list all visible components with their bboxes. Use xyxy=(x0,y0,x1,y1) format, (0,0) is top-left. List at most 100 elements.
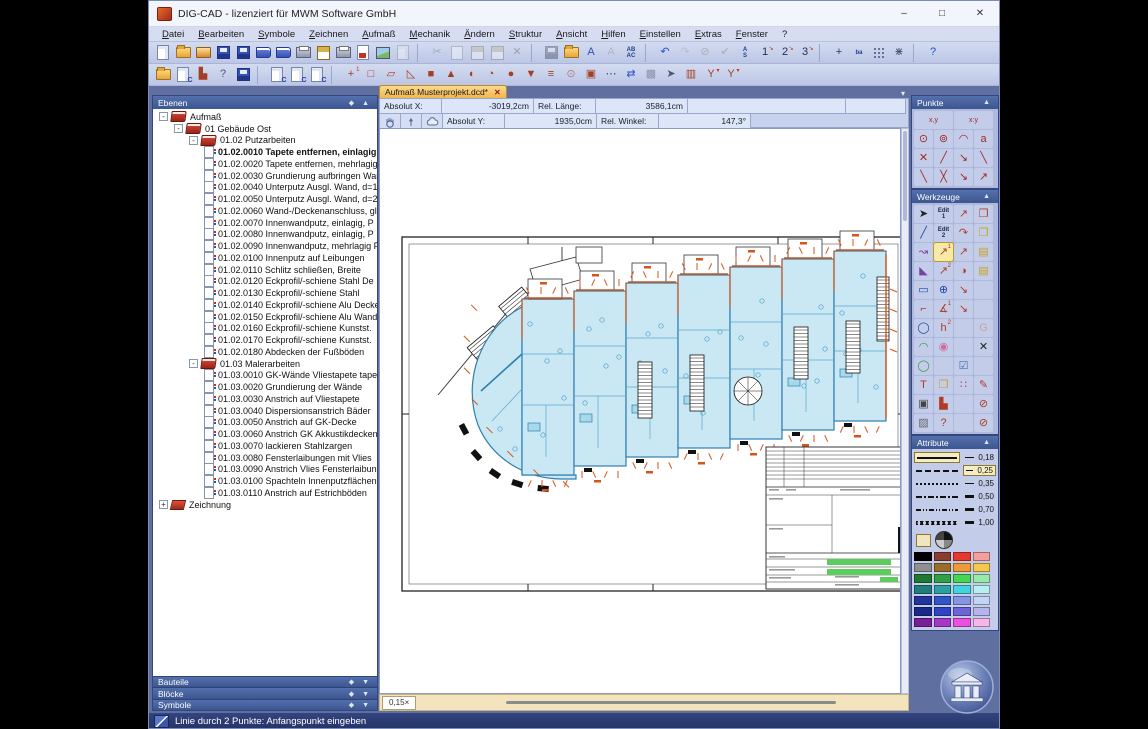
level-2-icon[interactable]: 2↘ xyxy=(776,44,795,62)
tab-overflow-icon[interactable]: ▾ xyxy=(901,89,909,98)
box-yellow-tool[interactable]: ▤ xyxy=(974,243,993,261)
list-icon[interactable]: ⋯ xyxy=(602,66,621,84)
line-style-solid[interactable] xyxy=(914,452,960,463)
line-point-icon[interactable]: ╱ xyxy=(934,149,953,167)
menu-item-einstellen[interactable]: Einstellen xyxy=(633,29,688,40)
y-ref-1-icon[interactable]: Y▾ xyxy=(702,66,721,84)
vertical-scrollbar[interactable] xyxy=(901,128,909,694)
new-file-icon[interactable] xyxy=(154,44,173,62)
camera-red-icon[interactable]: ▣ xyxy=(582,66,601,84)
color-swatch[interactable] xyxy=(934,607,952,616)
color-swatch[interactable] xyxy=(914,607,932,616)
check-points-tool[interactable]: ☑ xyxy=(954,357,973,375)
tree-item[interactable]: 01.03.0030 Anstrich auf Vliestapete xyxy=(153,393,377,405)
tree-item[interactable]: 01.02.0020 Tapete entfernen, mehrlagig xyxy=(153,158,377,170)
copy-3-icon[interactable]: C xyxy=(308,66,327,84)
copy-page-2-tool[interactable]: ❒ xyxy=(974,224,993,242)
collapse-icon[interactable]: ▲ xyxy=(983,439,993,446)
point-icon[interactable]: +1 xyxy=(342,66,361,84)
hide-1-tool[interactable]: ⊘ xyxy=(974,395,993,413)
color-points-tool[interactable]: ∷ xyxy=(954,376,973,394)
color-swatch[interactable] xyxy=(953,596,971,605)
color-swatch[interactable] xyxy=(953,552,971,561)
circle-points-icon[interactable]: ⊚ xyxy=(934,130,953,148)
circle-center-point-icon[interactable]: ⊙ xyxy=(914,130,933,148)
layers-2-icon[interactable]: ▩ xyxy=(642,66,661,84)
confirm-icon[interactable]: ✔ xyxy=(716,44,735,62)
tree-item[interactable]: 01.03.0060 Anstrich GK Akkustikdecken xyxy=(153,428,377,440)
tree-expander-icon[interactable]: - xyxy=(174,124,183,133)
color-swatch[interactable] xyxy=(934,552,952,561)
rotate-tool[interactable]: ◑ xyxy=(954,262,973,280)
pie-icon[interactable]: ◔ xyxy=(482,66,501,84)
copy-icon[interactable] xyxy=(448,44,467,62)
tree-item[interactable]: 01.02.0130 Eckprofil/-schiene Stahl xyxy=(153,287,377,299)
cut-icon[interactable]: ✂ xyxy=(428,44,447,62)
zoom-level[interactable]: 0,15× xyxy=(382,696,416,710)
tree-expander-icon[interactable]: - xyxy=(189,136,198,145)
save-small-icon[interactable] xyxy=(234,66,253,84)
tangent-point-icon[interactable]: a xyxy=(974,130,993,148)
color-swatch[interactable] xyxy=(973,563,991,572)
edit-1-tool[interactable]: Edit1 xyxy=(934,205,953,223)
horizontal-scrollbar-thumb[interactable] xyxy=(506,701,836,704)
open-folder-icon[interactable] xyxy=(154,66,173,84)
line-style-dash-dot[interactable] xyxy=(914,491,960,502)
tree-item[interactable]: 01.02.0170 Eckprofil/-schiene Kunstst. xyxy=(153,334,377,346)
edit-2-tool[interactable]: Edit2 xyxy=(934,224,953,242)
color-swatch[interactable] xyxy=(934,618,952,627)
cross-point-icon[interactable]: ╳ xyxy=(934,168,953,186)
offset-point-icon[interactable]: ↘ xyxy=(954,168,973,186)
tree-item[interactable]: 01.02.0160 Eckprofil/-schiene Kunstst. xyxy=(153,323,377,335)
line-tool[interactable]: ╱ xyxy=(914,224,933,242)
circle-filled-icon[interactable]: ● xyxy=(502,66,521,84)
y-ref-2-icon[interactable]: Y▾ xyxy=(722,66,741,84)
triangle-outline-icon[interactable]: ◺ xyxy=(402,66,421,84)
autocaption-icon[interactable]: ABAC xyxy=(622,44,641,62)
target-tool[interactable]: ⊕ xyxy=(934,281,953,299)
color-swatch[interactable] xyxy=(973,574,991,583)
circle-tool[interactable]: ◯ xyxy=(914,319,933,337)
open-recent-icon[interactable] xyxy=(194,44,213,62)
point-xy-rel-icon[interactable]: x:y xyxy=(954,111,993,129)
color-swatch[interactable] xyxy=(953,607,971,616)
vertical-scrollbar-thumb[interactable] xyxy=(903,131,907,221)
triangle-filled-icon[interactable]: ▲ xyxy=(442,66,461,84)
save-icon[interactable] xyxy=(214,44,233,62)
paste-icon[interactable] xyxy=(468,44,487,62)
group-tool[interactable]: G xyxy=(974,319,993,337)
rectangle-tool[interactable]: ▭ xyxy=(914,281,933,299)
tree-item[interactable]: 01.02.0050 Unterputz Ausgl. Wand, d=20- xyxy=(153,193,377,205)
color-swatch[interactable] xyxy=(953,574,971,583)
points-panel-header[interactable]: Punkte ▲ xyxy=(912,96,998,109)
figure-disabled-icon[interactable]: A xyxy=(602,44,621,62)
arc-points-icon[interactable]: ◠ xyxy=(954,130,973,148)
tree-item[interactable]: 01.03.0050 Anstrich auf GK-Decke xyxy=(153,417,377,429)
line-style-dotted[interactable] xyxy=(914,478,960,489)
select-box-icon[interactable]: ➤ xyxy=(662,66,681,84)
color-swatch[interactable] xyxy=(953,563,971,572)
wedge-icon[interactable]: ▼ xyxy=(522,66,541,84)
color-swatch[interactable] xyxy=(953,618,971,627)
color-swatch[interactable] xyxy=(914,618,932,627)
panel-pin-collapse-icons[interactable]: ◆ ▲ xyxy=(349,99,372,107)
text-tool[interactable]: T xyxy=(914,376,933,394)
copy-2-icon[interactable]: C xyxy=(288,66,307,84)
color-swatch[interactable] xyxy=(914,563,932,572)
tree-expander-icon[interactable]: - xyxy=(159,112,168,121)
rays-icon[interactable]: ⋇ xyxy=(890,44,909,62)
line-width-0,18[interactable]: 0,18 xyxy=(963,452,996,463)
color-swatch[interactable] xyxy=(914,552,932,561)
minimize-button[interactable]: – xyxy=(885,1,923,26)
tree-item[interactable]: 01.03.0090 Anstrich Vlies Fensterlaibun xyxy=(153,464,377,476)
menu-item-aufma[interactable]: Aufmaß xyxy=(355,29,402,40)
document-tab[interactable]: Aufmaß Musterprojekt.dcd* ✕ xyxy=(379,85,507,98)
tree-item[interactable]: +Zeichnung xyxy=(153,499,377,511)
tree-item[interactable]: 01.02.0060 Wand-/Deckenanschluss, glei xyxy=(153,205,377,217)
tree-item[interactable]: 01.02.0180 Abdecken der Fußböden xyxy=(153,346,377,358)
menu-item-symbole[interactable]: Symbole xyxy=(251,29,302,40)
polygon-red-tool[interactable]: ▙ xyxy=(934,395,953,413)
tree-item[interactable]: -01.03 Malerarbeiten xyxy=(153,358,377,370)
line-style-dash-dot-dot[interactable] xyxy=(914,504,960,515)
eye-tool[interactable]: ◉ xyxy=(934,338,953,356)
